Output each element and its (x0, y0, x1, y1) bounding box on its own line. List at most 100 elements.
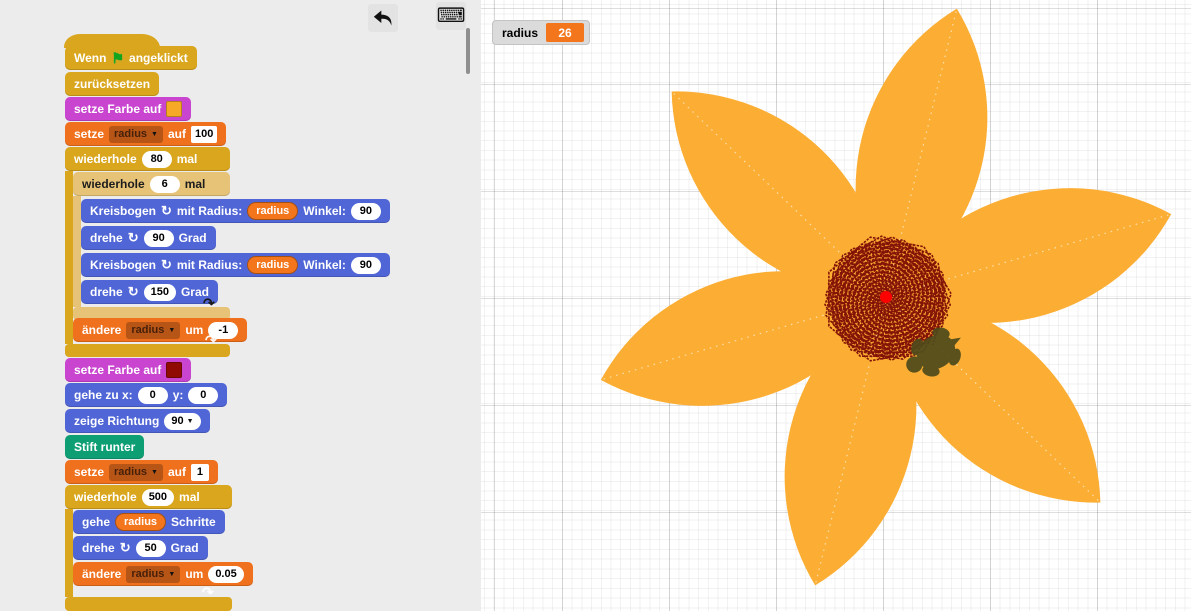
rotate-cw-icon: ↻ (161, 257, 172, 273)
radius-variable-reporter[interactable]: radius (247, 202, 298, 220)
angle-input[interactable]: 90 (351, 203, 381, 220)
block-turn-150[interactable]: drehe ↻ 150 Grad (81, 280, 218, 304)
variable-dropdown[interactable]: radius ▼ (109, 464, 163, 481)
variable-name: radius (131, 568, 164, 580)
heading-dropdown[interactable]: 90 ▼ (164, 413, 200, 430)
block-change-radius-005[interactable]: ändere radius ▼ um 0.05 (73, 562, 253, 586)
block-label: y: (173, 388, 184, 402)
block-move-steps[interactable]: gehe radius Schritte (73, 510, 225, 534)
rotate-cw-icon: ↻ (120, 540, 131, 556)
block-label: mal (185, 177, 206, 191)
block-label: um (185, 567, 203, 581)
block-label: setze Farbe auf (74, 102, 161, 116)
rotate-cw-icon: ↻ (128, 284, 139, 300)
block-arc-2[interactable]: Kreisbogen ↻ mit Radius: radius Winkel: … (81, 253, 390, 277)
radius-variable-reporter[interactable]: radius (247, 256, 298, 274)
scripts-panel[interactable]: ⌨ Wenn ⚑ angeklickt zurücksetzen setze F… (0, 0, 482, 611)
value-input[interactable]: 0.05 (208, 566, 243, 583)
block-goto-xy[interactable]: gehe zu x: 0 y: 0 (65, 383, 227, 407)
c-block-bottom (65, 597, 232, 611)
dropdown-arrow-icon: ▼ (168, 571, 175, 578)
block-label: gehe zu x: (74, 388, 133, 402)
block-label: drehe (82, 541, 115, 555)
block-label: mit Radius: (177, 258, 242, 272)
dropdown-arrow-icon: ▼ (151, 469, 158, 476)
value-input[interactable]: 100 (191, 126, 217, 143)
repeat-count-input[interactable]: 500 (142, 489, 174, 506)
block-repeat-6[interactable]: wiederhole 6 mal (73, 172, 230, 196)
variable-watcher-radius[interactable]: radius 26 (492, 20, 590, 45)
keyboard-button[interactable]: ⌨ (436, 2, 466, 30)
scripts-scrollbar-thumb[interactable] (466, 28, 470, 74)
rotate-cw-icon: ↻ (128, 230, 139, 246)
y-input[interactable]: 0 (188, 387, 218, 404)
block-label: Grad (179, 231, 207, 245)
block-arc-1[interactable]: Kreisbogen ↻ mit Radius: radius Winkel: … (81, 199, 390, 223)
block-turn-90[interactable]: drehe ↻ 90 Grad (81, 226, 216, 250)
stage[interactable]: radius 26 (481, 0, 1191, 611)
block-label: auf (168, 127, 186, 141)
block-reset[interactable]: zurücksetzen (65, 72, 159, 96)
x-input[interactable]: 0 (138, 387, 168, 404)
block-label: Kreisbogen (90, 204, 156, 218)
block-label: Winkel: (303, 204, 346, 218)
radius-variable-reporter[interactable]: radius (115, 513, 166, 531)
dropdown-arrow-icon: ▼ (187, 418, 194, 425)
block-repeat-80[interactable]: wiederhole 80 mal (65, 147, 230, 171)
block-label: Stift runter (74, 440, 135, 454)
block-label: Winkel: (303, 258, 346, 272)
block-turn-50[interactable]: drehe ↻ 50 Grad (73, 536, 208, 560)
block-label: Wenn (74, 51, 106, 65)
block-label: wiederhole (74, 152, 137, 166)
block-label: ändere (82, 567, 121, 581)
block-set-color-amber[interactable]: setze Farbe auf (65, 97, 191, 121)
c-block-wall (65, 171, 73, 344)
variable-name: radius (114, 466, 147, 478)
block-label: mal (179, 490, 200, 504)
variable-dropdown[interactable]: radius ▼ (109, 126, 163, 143)
block-set-heading[interactable]: zeige Richtung 90 ▼ (65, 409, 210, 433)
color-swatch[interactable] (166, 101, 182, 117)
block-set-color-darkred[interactable]: setze Farbe auf (65, 358, 191, 382)
block-label: Schritte (171, 515, 216, 529)
color-swatch[interactable] (166, 362, 182, 378)
angle-input[interactable]: 90 (144, 230, 174, 247)
angle-input[interactable]: 150 (144, 284, 176, 301)
variable-dropdown[interactable]: radius ▼ (126, 322, 180, 339)
block-label: auf (168, 465, 186, 479)
angle-input[interactable]: 90 (351, 257, 381, 274)
watcher-value: 26 (546, 23, 584, 42)
block-repeat-500[interactable]: wiederhole 500 mal (65, 485, 232, 509)
block-when-flag-clicked[interactable]: Wenn ⚑ angeklickt (65, 46, 197, 70)
loop-arrow-icon: ↷ (205, 333, 217, 347)
block-label: zeige Richtung (74, 414, 159, 428)
variable-name: radius (131, 324, 164, 336)
repeat-count-input[interactable]: 80 (142, 151, 172, 168)
block-label: angeklickt (129, 51, 188, 65)
block-label: um (185, 323, 203, 337)
block-label: wiederhole (74, 490, 137, 504)
undo-button[interactable] (368, 4, 398, 32)
block-set-radius-1[interactable]: setze radius ▼ auf 1 (65, 460, 218, 484)
block-label: mal (177, 152, 198, 166)
block-label: setze (74, 465, 104, 479)
block-label: wiederhole (82, 177, 145, 191)
turtlestitch-window: ⌨ Wenn ⚑ angeklickt zurücksetzen setze F… (0, 0, 1191, 611)
block-label: setze (74, 127, 104, 141)
block-set-radius-100[interactable]: setze radius ▼ auf 100 (65, 122, 226, 146)
block-label: mit Radius: (177, 204, 242, 218)
block-label: drehe (90, 231, 123, 245)
repeat-count-input[interactable]: 6 (150, 176, 180, 193)
variable-name: radius (114, 128, 147, 140)
c-block-wall (65, 509, 73, 597)
center-dot (880, 291, 892, 303)
flower-petal (886, 297, 1100, 503)
block-label: gehe (82, 515, 110, 529)
angle-input[interactable]: 50 (136, 540, 166, 557)
undo-icon (373, 9, 393, 27)
block-label: Grad (171, 541, 199, 555)
block-change-radius-neg1[interactable]: ändere radius ▼ um -1 (73, 318, 247, 342)
block-pen-down[interactable]: Stift runter (65, 435, 144, 459)
value-input[interactable]: 1 (191, 464, 209, 481)
variable-dropdown[interactable]: radius ▼ (126, 566, 180, 583)
